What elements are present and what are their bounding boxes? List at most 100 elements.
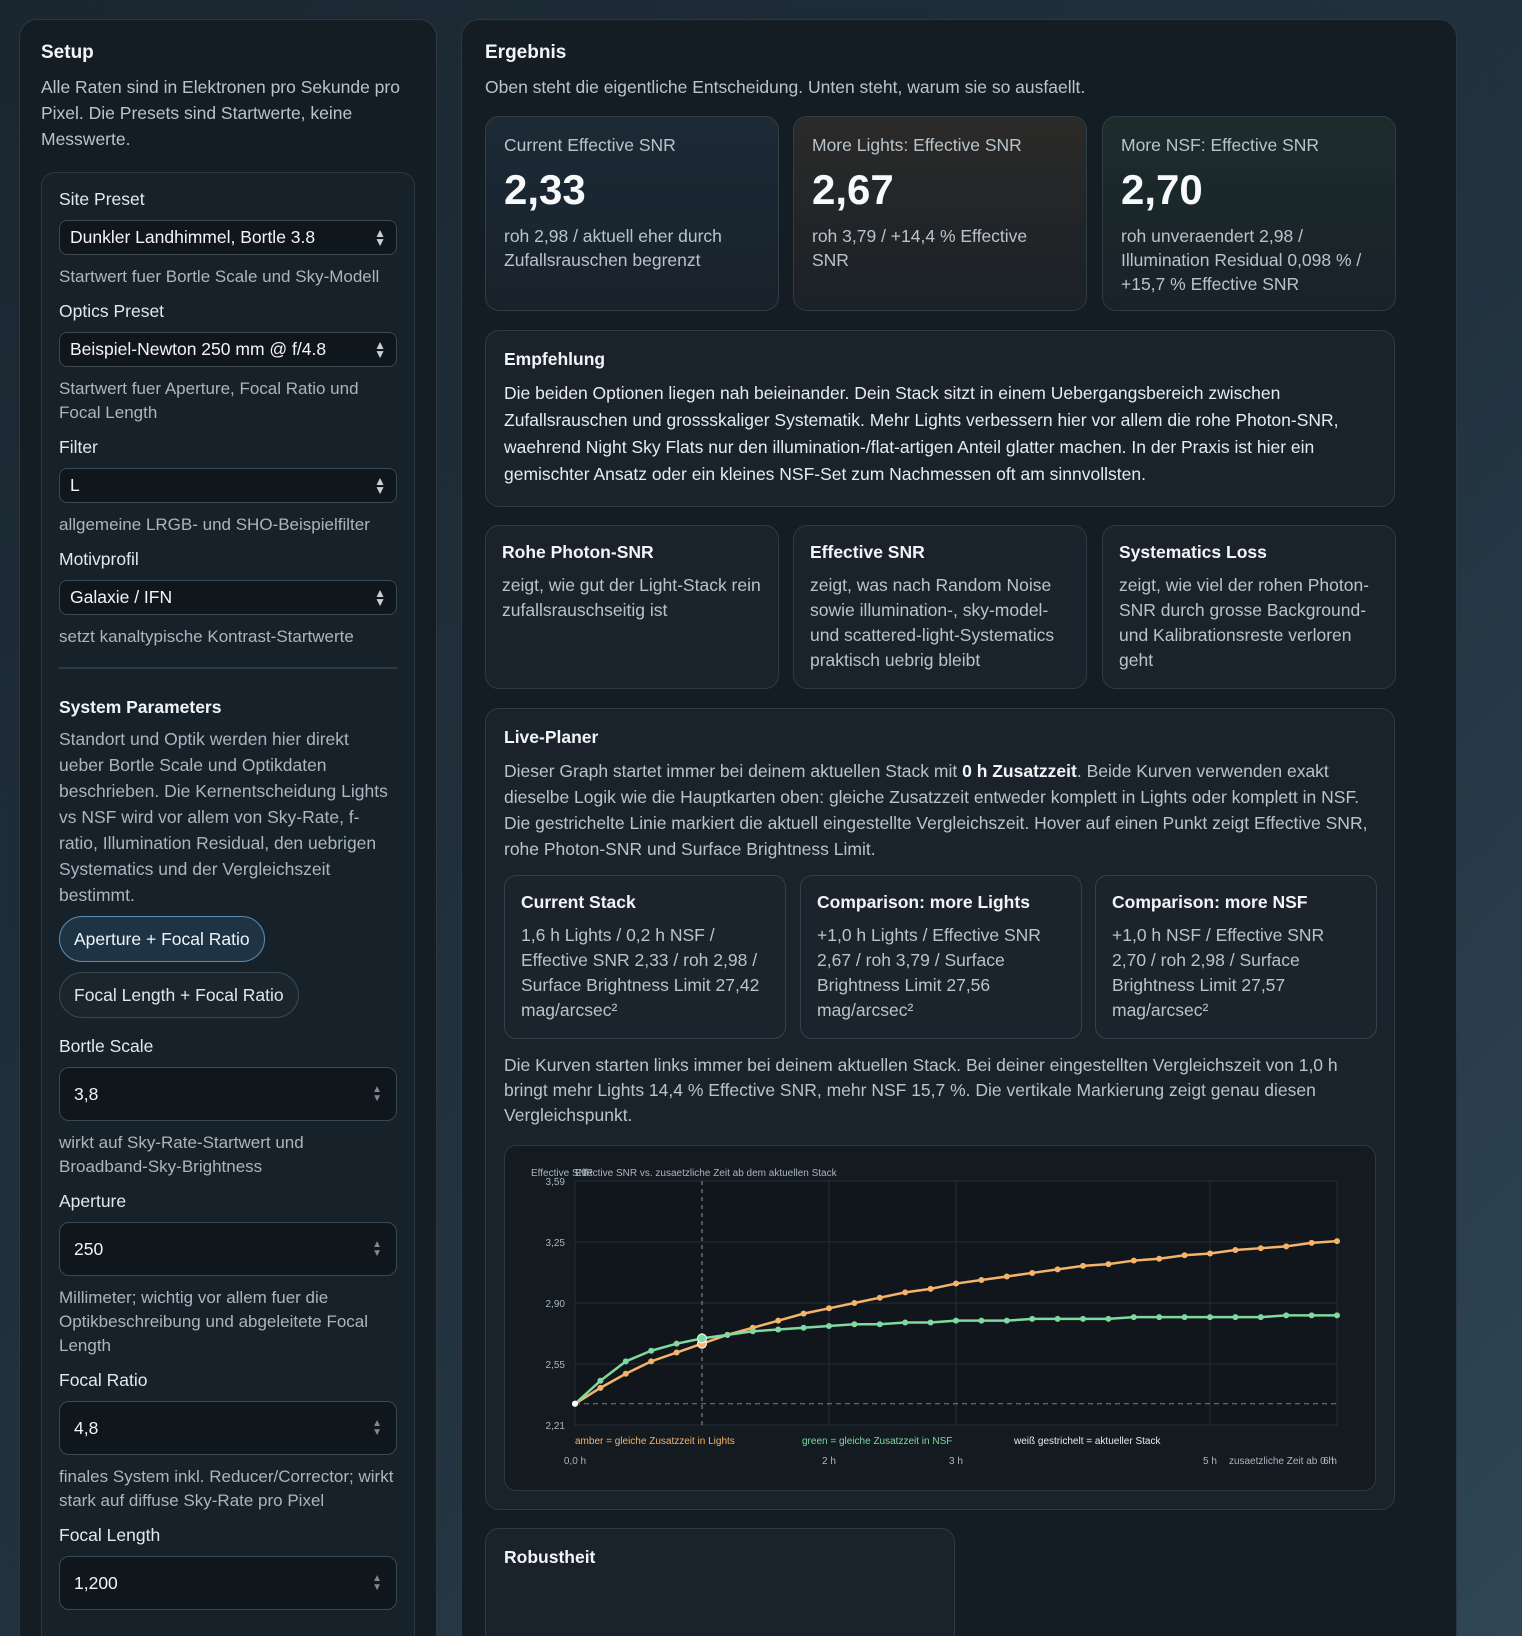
x-tick-label: 5 h (1203, 1456, 1217, 1467)
data-point-lights (1105, 1261, 1112, 1268)
x-tick-label: 0,0 h (564, 1456, 586, 1467)
data-point-nsf (648, 1347, 655, 1354)
setup-form: Site Preset Dunkler Landhimmel, Bortle 3… (41, 172, 415, 1636)
data-point-nsf (826, 1322, 832, 1329)
recommendation-text: Die beiden Optionen liegen nah beieinand… (504, 383, 1339, 484)
metric-label: Current Effective SNR (504, 135, 676, 155)
aperture-label: Aperture (59, 1191, 127, 1211)
focal-ratio-value: 4,8 (74, 1417, 99, 1438)
data-point-lights (1207, 1250, 1213, 1257)
recommendation-card: Empfehlung Die beiden Optionen liegen na… (485, 330, 1395, 507)
site-preset-label: Site Preset (59, 189, 145, 209)
divider (59, 667, 397, 669)
motif-help: setzt kanaltypische Kontrast-Startwerte (59, 627, 354, 646)
live-planner-intro: Dieser Graph startet immer bei deinem ak… (504, 761, 1368, 859)
stepper-icon[interactable]: ▲ ▼ (372, 1574, 382, 1593)
optics-preset-value: Beispiel-Newton 250 mm @ f/4.8 (70, 339, 327, 359)
data-point-lights (927, 1285, 934, 1292)
aperture-help: Millimeter; wichtig vor allem fuer die O… (59, 1288, 369, 1355)
data-point-nsf (1207, 1314, 1213, 1321)
planner-card-title: Comparison: more NSF (1112, 892, 1308, 912)
legend-entry: weiß gestrichelt = aktueller Stack (1013, 1436, 1161, 1447)
snr-chart[interactable]: 3,593,252,902,552,210,0 h2 h3 h5 h6 hEff… (505, 1146, 1377, 1492)
data-point-nsf (1283, 1312, 1290, 1319)
bortle-label: Bortle Scale (59, 1036, 154, 1056)
stepper-icon[interactable]: ▲ ▼ (372, 1085, 382, 1104)
x-axis-label: zusaetzliche Zeit ab 0 h (1229, 1456, 1334, 1467)
mode-focal-length-focal-ratio-button[interactable]: Focal Length + Focal Ratio (59, 972, 299, 1018)
data-point-lights (1257, 1245, 1264, 1252)
metric-sub: roh 2,98 / aktuell eher durch Zufallsrau… (504, 226, 722, 270)
motif-select[interactable]: Galaxie / IFN ▲ ▼ (59, 580, 397, 615)
planner-summary: Die Kurven starten links immer bei deine… (504, 1055, 1338, 1125)
chart-title: Effective SNR vs. zusaetzliche Zeit ab d… (575, 1168, 838, 1179)
data-point-lights (1156, 1255, 1163, 1262)
data-point-nsf (1054, 1315, 1061, 1322)
data-point-lights (826, 1305, 832, 1312)
data-point-lights (1130, 1257, 1137, 1264)
data-point-nsf (876, 1321, 883, 1328)
y-tick-label: 2,55 (546, 1360, 566, 1371)
mode-aperture-focal-ratio-button[interactable]: Aperture + Focal Ratio (59, 916, 265, 962)
robustness-title: Robustheit (504, 1547, 596, 1567)
focal-ratio-input[interactable]: 4,8 ▲ ▼ (59, 1401, 397, 1455)
explainer-text: zeigt, was nach Random Noise sowie illum… (810, 575, 1055, 670)
stepper-icon[interactable]: ▲ ▼ (372, 1419, 382, 1438)
data-point-nsf (1130, 1314, 1137, 1321)
bortle-help: wirkt auf Sky-Rate-Startwert und Broadba… (59, 1133, 304, 1176)
planner-card-text: 1,6 h Lights / 0,2 h NSF / Effective SNR… (521, 925, 760, 1020)
metric-label: More NSF: Effective SNR (1121, 135, 1320, 155)
planner-card-text: +1,0 h NSF / Effective SNR 2,70 / roh 2,… (1112, 925, 1325, 1020)
select-chevron-icon: ▲ ▼ (374, 337, 386, 361)
data-point-lights (1283, 1243, 1290, 1250)
site-preset-select[interactable]: Dunkler Landhimmel, Bortle 3.8 ▲ ▼ (59, 220, 397, 255)
x-tick-label: 2 h (822, 1456, 836, 1467)
data-point-nsf (851, 1321, 858, 1328)
explainer-effective-snr: Effective SNR zeigt, was nach Random Noi… (793, 525, 1087, 689)
result-title: Ergebnis (485, 42, 567, 63)
explainer-systematics-loss: Systematics Loss zeigt, wie viel der roh… (1102, 525, 1396, 689)
data-point-lights (1181, 1252, 1188, 1259)
data-point-lights (978, 1277, 985, 1284)
explainer-title: Systematics Loss (1119, 542, 1267, 562)
data-point-nsf (597, 1377, 604, 1384)
data-point-nsf (1181, 1314, 1188, 1321)
data-point-nsf (1105, 1315, 1112, 1322)
aperture-input[interactable]: 250 ▲ ▼ (59, 1222, 397, 1276)
focal-length-input[interactable]: 1,200 ▲ ▼ (59, 1556, 397, 1610)
filter-label: Filter (59, 437, 98, 457)
setup-panel: Setup Alle Raten sind in Elektronen pro … (19, 19, 437, 1636)
stepper-icon[interactable]: ▲ ▼ (372, 1240, 382, 1259)
focal-length-label: Focal Length (59, 1525, 161, 1545)
system-parameters-title: System Parameters (59, 697, 222, 717)
planner-card-text: +1,0 h Lights / Effective SNR 2,67 / roh… (817, 925, 1041, 1020)
planner-card-current-stack: Current Stack 1,6 h Lights / 0,2 h NSF /… (504, 875, 786, 1039)
explainer-text: zeigt, wie gut der Light-Stack rein zufa… (502, 575, 761, 620)
aperture-value: 250 (74, 1238, 104, 1259)
filter-help: allgemeine LRGB- und SHO-Beispielfilter (59, 515, 370, 534)
data-point-nsf (1029, 1315, 1036, 1322)
optics-preset-select[interactable]: Beispiel-Newton 250 mm @ f/4.8 ▲ ▼ (59, 332, 397, 367)
current-stack-point (572, 1400, 578, 1407)
select-chevron-icon: ▲ ▼ (374, 473, 386, 497)
data-point-lights (1054, 1266, 1061, 1273)
data-point-nsf (1080, 1315, 1086, 1322)
setup-description: Alle Raten sind in Elektronen pro Sekund… (41, 77, 400, 149)
data-point-lights (876, 1294, 883, 1301)
filter-select[interactable]: L ▲ ▼ (59, 468, 397, 503)
metric-sub: roh unveraendert 2,98 / Illumination Res… (1121, 226, 1362, 294)
focal-ratio-label: Focal Ratio (59, 1370, 148, 1390)
data-point-nsf (1003, 1317, 1010, 1324)
data-point-lights (622, 1370, 629, 1377)
data-point-nsf (800, 1324, 807, 1331)
data-point-lights (1029, 1269, 1036, 1276)
bortle-input[interactable]: 3,8 ▲ ▼ (59, 1067, 397, 1121)
result-panel: Ergebnis Oben steht die eigentliche Ents… (461, 19, 1457, 1636)
planner-card-title: Comparison: more Lights (817, 892, 1030, 912)
robustness-card: Robustheit (485, 1528, 955, 1636)
legend-entry: green = gleiche Zusatzzeit in NSF (802, 1436, 952, 1447)
data-point-lights (673, 1349, 680, 1356)
metric-more-nsf: More NSF: Effective SNR 2,70 roh unverae… (1102, 116, 1396, 311)
snr-chart-container: 3,59 3,25 2,90 2,55 2,21 0,0 h2 h3 h5 h6 h Eff… (504, 1145, 1376, 1491)
data-point-lights (1334, 1238, 1340, 1245)
